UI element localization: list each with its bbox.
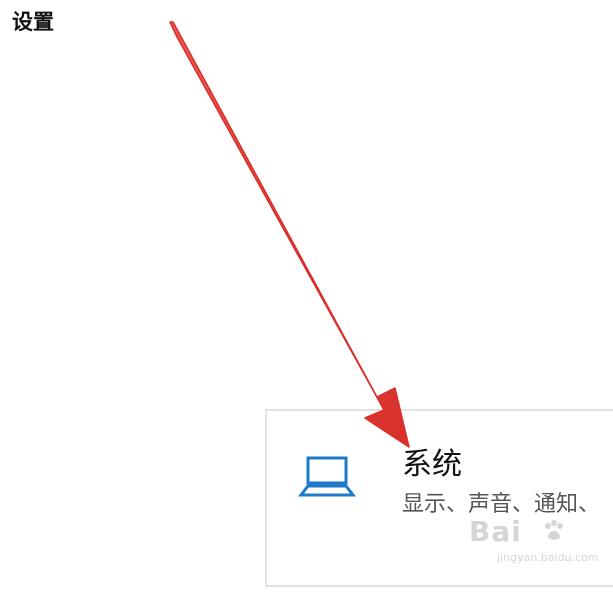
settings-screen: 设置 系统 显示、声音、通知、 Bai jingyan.baidu.com bbox=[0, 0, 613, 595]
page-title: 设置 bbox=[12, 10, 54, 34]
system-title: 系统 bbox=[402, 447, 462, 482]
baidu-watermark: Bai jingyan.baidu.com bbox=[469, 515, 599, 575]
watermark-brand: Bai bbox=[469, 515, 522, 548]
paw-icon bbox=[545, 520, 563, 540]
laptop-icon bbox=[297, 456, 357, 497]
watermark-subtext: jingyan.baidu.com bbox=[497, 551, 599, 564]
